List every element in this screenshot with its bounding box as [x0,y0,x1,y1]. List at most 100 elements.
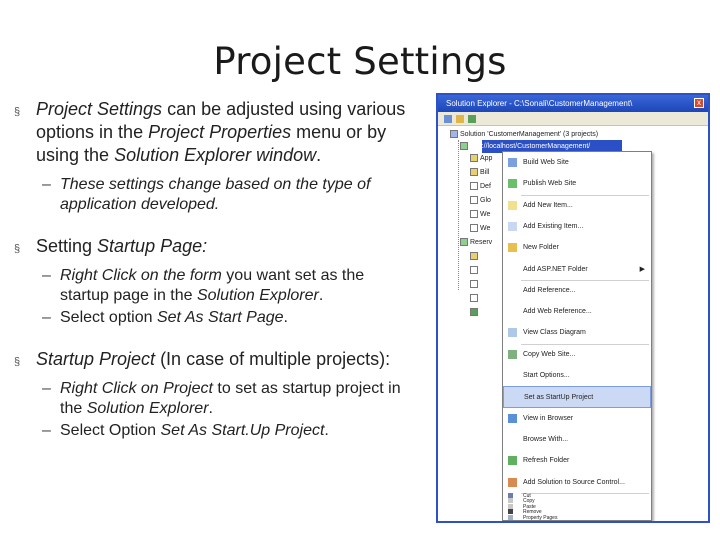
explorer-toolbar [438,112,708,126]
menu-item-copy-web-site[interactable]: Copy Web Site... [503,344,651,365]
tree-label: http://localhost/CustomerManagement/ [470,143,591,150]
menu-item-set-as-startup-project[interactable]: Set as StartUp Project [503,386,651,408]
bullet-marker: § [14,243,21,255]
menu-item-view-class-diagram[interactable]: View Class Diagram [503,322,651,343]
menu-label: Start Options... [523,372,570,379]
term-project-settings: Project Settings [36,99,163,119]
show-all-files-icon[interactable] [456,115,464,123]
add-new-item-icon [508,200,517,210]
close-icon[interactable]: x [694,98,704,108]
menu-label: Set as StartUp Project [524,394,594,402]
menu-item-add-web-reference[interactable]: Add Web Reference... [503,301,651,322]
menu-label: View Class Diagram [523,329,586,337]
tree-item[interactable] [470,279,500,291]
dash-marker: – [42,309,51,326]
tree-item[interactable] [470,265,500,277]
menu-label: Add Solution to Source Control... [523,478,625,486]
menu-item-new-folder[interactable]: New Folder [503,237,651,258]
bullet-text: . [318,287,324,304]
tree-item[interactable] [470,293,500,305]
build-icon [508,158,517,167]
page-icon [470,280,478,289]
tree-label: App [480,155,493,162]
bullet-startup-project: § Startup Project (In case of multiple p… [14,348,414,371]
menu-label: Publish Web Site [523,180,577,188]
properties-icon[interactable] [444,115,452,123]
bullet-text: . [316,145,322,165]
term-right-click-project: Right Click on Project [60,380,213,397]
bullet-text: . [324,422,329,439]
bullet-text: These settings change based on the type … [60,176,371,213]
source-control-icon [508,477,517,487]
menu-label: Property Pages [523,514,558,521]
term-startup-page: Startup Page: [97,236,208,256]
bullet-text: Setting [36,236,98,256]
tree-line [458,140,459,290]
menu-item-add-to-source-control[interactable]: Add Solution to Source Control... [503,472,651,493]
page-icon [470,224,478,233]
bullet-text: (In case of multiple projects): [155,349,391,369]
window-title: Solution Explorer - C:\Sonali\CustomerMa… [438,95,708,112]
page-icon [470,266,478,275]
menu-label: Add ASP.NET Folder [523,265,588,273]
folder-icon [470,154,478,163]
term-solution-explorer: Solution Explorer [86,400,209,417]
bullet-text: Select Option [60,422,161,439]
tree-solution-node[interactable]: Solution 'CustomerManagement' (3 project… [450,129,640,141]
tree-item[interactable] [470,307,500,319]
bullet-text: . [208,400,213,417]
tree-label: Bill [480,169,490,176]
solution-tree: Solution 'CustomerManagement' (3 project… [438,126,598,521]
menu-item-publish-web-site[interactable]: Publish Web Site [503,173,651,194]
menu-item-browse-with[interactable]: Browse With... [503,429,651,450]
tree-label: Solution 'CustomerManagement' (3 project… [460,131,599,138]
bullet-text: Select option [60,309,157,326]
page-icon [470,196,478,205]
solution-explorer-screenshot: Solution Explorer - C:\Sonali\CustomerMa… [436,93,710,523]
menu-label: Add Existing Item... [523,222,584,230]
bullet-marker: § [14,106,21,118]
sub-bullet-set-startup-project: – Select Option Set As Start.Up Project. [14,421,414,441]
folder-icon [470,168,478,177]
menu-item-add-new-item[interactable]: Add New Item... [503,195,651,216]
menu-label: Add Web Reference... [523,308,592,316]
add-existing-item-icon [508,221,517,231]
class-diagram-icon [508,328,517,338]
menu-label: Build Web Site [523,159,569,166]
term-solution-explorer: Solution Explorer [196,287,319,304]
menu-item-add-existing-item[interactable]: Add Existing Item... [503,216,651,237]
folder-icon [470,252,478,261]
menu-item-start-options[interactable]: Start Options... [503,365,651,386]
menu-item-view-in-browser[interactable]: View in Browser [503,408,651,429]
menu-item-refresh-folder[interactable]: Refresh Folder [503,450,651,471]
copy-site-icon [508,349,517,359]
menu-item-add-aspnet-folder[interactable]: Add ASP.NET Folder ▶ [503,259,651,280]
refresh-icon[interactable] [468,115,476,123]
tree-label: We [480,225,491,232]
tree-item[interactable] [470,251,500,263]
menu-item-property-pages[interactable]: Property Pages [503,514,651,521]
sub-bullet-set-start-page: – Select option Set As Start Page. [14,308,414,328]
bullet-text: . [283,309,288,326]
folder-icon [508,243,517,253]
tree-label: We [480,211,491,218]
slide-title: Project Settings [213,40,507,83]
page-icon [470,294,478,303]
bullet-project-settings: § Project Settings can be adjusted using… [14,98,414,167]
solution-icon [450,130,458,139]
menu-item-add-reference[interactable]: Add Reference... [503,280,651,301]
project-icon [460,238,468,247]
term-startup-project: Startup Project [36,349,156,369]
sub-bullet-right-click-form: – Right Click on the form you want set a… [14,266,414,306]
sub-bullet-settings-change: – These settings change based on the typ… [14,175,414,215]
bullet-marker: § [14,356,21,368]
dash-marker: – [42,267,51,284]
menu-item-build-web-site[interactable]: Build Web Site [503,152,651,173]
menu-label: Browse With... [523,435,569,443]
tree-label: Glo [480,197,491,204]
refresh-icon [508,456,517,466]
menu-label: Add Reference... [523,286,576,294]
property-pages-icon [508,514,513,520]
web-project-icon [460,142,468,151]
tree-label: Reserv [470,239,493,246]
